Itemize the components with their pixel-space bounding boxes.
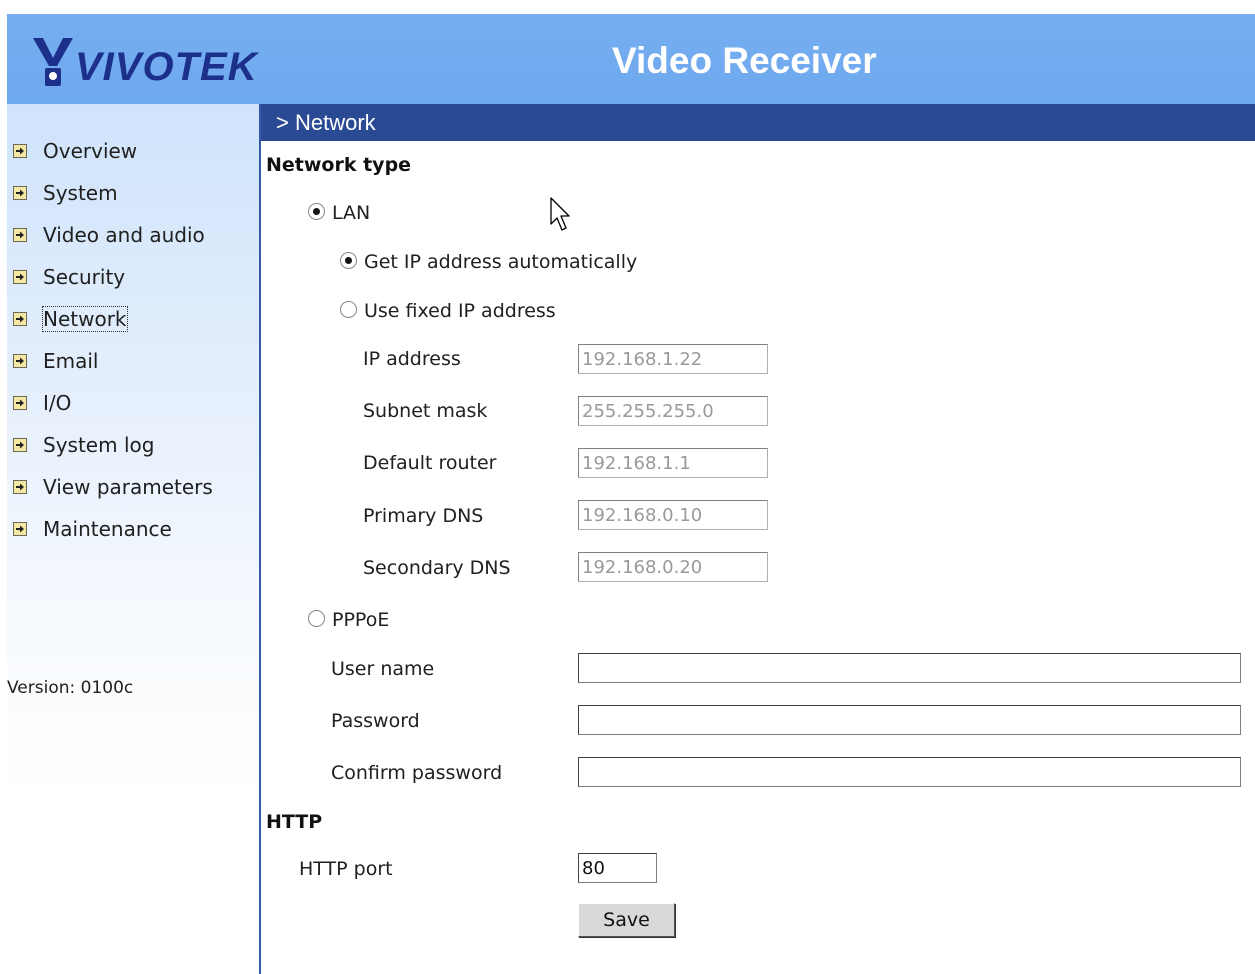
sidebar-item-label: Maintenance xyxy=(43,517,172,541)
user-name-label: User name xyxy=(331,658,435,680)
sidebar-item-video-and-audio[interactable]: Video and audio xyxy=(13,219,205,251)
lan-label: LAN xyxy=(332,202,371,224)
arrow-right-icon xyxy=(13,438,27,452)
arrow-right-icon xyxy=(13,270,27,284)
sidebar-item-label: Video and audio xyxy=(43,223,205,247)
primary-dns-field[interactable] xyxy=(578,500,768,530)
sidebar-item-system[interactable]: System xyxy=(13,177,118,209)
vivotek-logo: VIVOTEK xyxy=(29,34,258,90)
arrow-right-icon xyxy=(13,144,27,158)
ip-address-field[interactable] xyxy=(578,344,768,374)
sidebar-item-label: Email xyxy=(43,349,99,373)
app-title: Video Receiver xyxy=(612,40,877,81)
arrow-right-icon xyxy=(13,354,27,368)
default-router-field[interactable] xyxy=(578,448,768,478)
secondary-dns-field[interactable] xyxy=(578,552,768,582)
pppoe-label: PPPoE xyxy=(332,609,390,631)
network-type-heading: Network type xyxy=(266,154,412,176)
auto-ip-radio[interactable] xyxy=(340,252,357,269)
arrow-right-icon xyxy=(13,186,27,200)
section-title: > Network xyxy=(261,104,1255,141)
primary-dns-label: Primary DNS xyxy=(363,505,484,527)
user-name-field[interactable] xyxy=(578,653,1241,683)
sidebar-item-io[interactable]: I/O xyxy=(13,387,71,419)
arrow-right-icon xyxy=(13,396,27,410)
version-text: Version: 0100c xyxy=(7,678,134,698)
page-header: VIVOTEK Video Receiver xyxy=(7,14,1255,104)
radio-dot xyxy=(345,257,352,264)
subnet-mask-label: Subnet mask xyxy=(363,400,488,422)
sidebar-item-label: Overview xyxy=(43,139,138,163)
password-label: Password xyxy=(331,710,420,732)
sidebar-item-system-log[interactable]: System log xyxy=(13,429,154,461)
confirm-password-field[interactable] xyxy=(578,757,1241,787)
brand-name: VIVOTEK xyxy=(75,45,258,89)
sidebar-item-label: I/O xyxy=(43,391,72,415)
http-heading: HTTP xyxy=(266,811,323,833)
fixed-ip-label: Use fixed IP address xyxy=(364,300,556,322)
sidebar-item-label: Network xyxy=(42,306,128,332)
secondary-dns-label: Secondary DNS xyxy=(363,557,511,579)
sidebar-item-network[interactable]: Network xyxy=(13,303,128,335)
radio-dot xyxy=(313,208,320,215)
default-router-label: Default router xyxy=(363,452,497,474)
auto-ip-label: Get IP address automatically xyxy=(364,251,638,273)
http-port-field[interactable] xyxy=(578,853,657,883)
arrow-right-icon xyxy=(13,522,27,536)
confirm-password-label: Confirm password xyxy=(331,762,503,784)
sidebar-item-label: System log xyxy=(43,433,155,457)
lan-radio[interactable] xyxy=(308,203,325,220)
sidebar-item-email[interactable]: Email xyxy=(13,345,99,377)
save-button[interactable]: Save xyxy=(578,903,675,937)
sidebar-item-label: System xyxy=(43,181,118,205)
pppoe-radio[interactable] xyxy=(308,610,325,627)
sidebar-item-label: View parameters xyxy=(43,475,213,499)
sidebar-item-label: Security xyxy=(43,265,126,289)
sidebar-item-maintenance[interactable]: Maintenance xyxy=(13,513,172,545)
arrow-right-icon xyxy=(13,312,27,326)
sidebar-item-view-parameters[interactable]: View parameters xyxy=(13,471,213,503)
sidebar-divider xyxy=(259,104,261,974)
password-field[interactable] xyxy=(578,705,1241,735)
subnet-mask-field[interactable] xyxy=(578,396,768,426)
sidebar-item-overview[interactable]: Overview xyxy=(13,135,137,167)
ip-address-label: IP address xyxy=(363,348,461,370)
arrow-right-icon xyxy=(13,228,27,242)
fixed-ip-radio[interactable] xyxy=(340,301,357,318)
http-port-label: HTTP port xyxy=(299,858,393,880)
mouse-pointer-icon xyxy=(550,197,570,231)
sidebar-item-security[interactable]: Security xyxy=(13,261,125,293)
vivotek-logo-icon xyxy=(33,38,73,86)
sidebar: Overview System Video and audio Security… xyxy=(7,104,259,974)
arrow-right-icon xyxy=(13,480,27,494)
